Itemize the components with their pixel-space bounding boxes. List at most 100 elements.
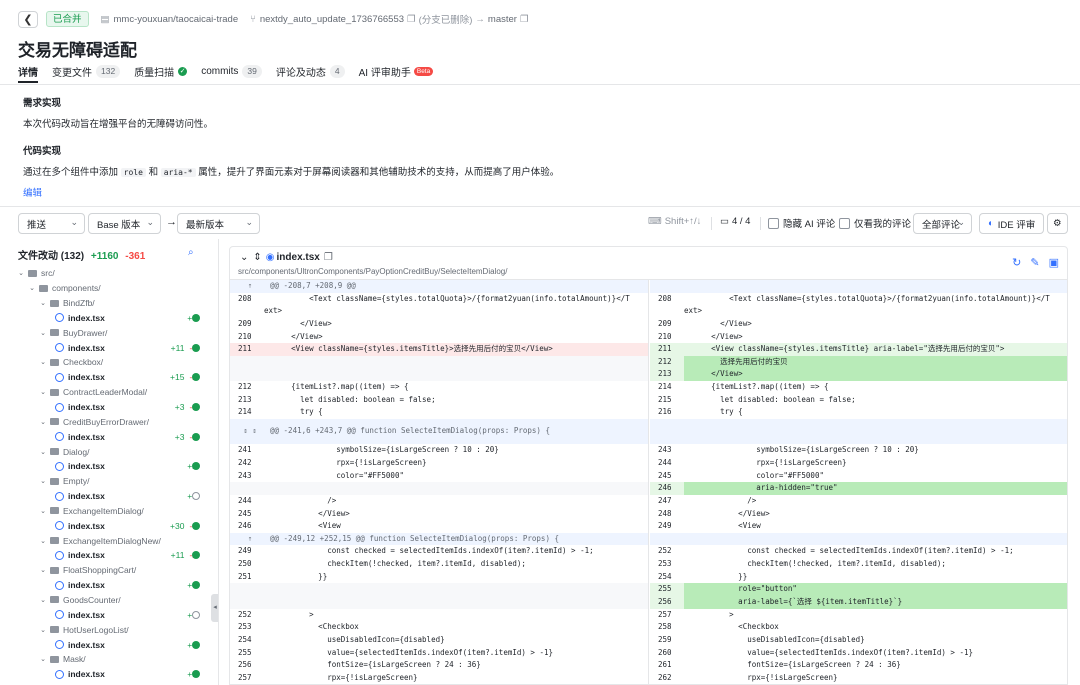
comment-pager[interactable]: ▭ 4 / 4 xyxy=(720,216,750,227)
reviewed-icon[interactable] xyxy=(192,670,200,679)
chevron-down-icon[interactable]: ⌄ xyxy=(38,507,48,515)
save-icon[interactable]: ▣ xyxy=(1049,256,1059,269)
chevron-down-icon[interactable]: ⌄ xyxy=(240,252,248,263)
expand-icon[interactable]: ⇡ xyxy=(230,280,270,293)
tree-folder[interactable]: ⌄ ContractLeaderModal/ xyxy=(0,385,218,400)
tab-comments[interactable]: 评论及动态 4 xyxy=(276,62,345,80)
tree-folder[interactable]: ⌄ CreditBuyErrorDrawer/ xyxy=(0,414,218,429)
tree-file[interactable]: index.tsx+1 xyxy=(0,489,218,504)
line-number: 259 xyxy=(658,634,672,644)
reviewed-icon[interactable] xyxy=(192,640,200,649)
chevron-down-icon[interactable]: ⌄ xyxy=(27,284,37,292)
tree-folder[interactable]: ⌄ Dialog/ xyxy=(0,444,218,459)
reviewed-icon[interactable] xyxy=(192,373,200,382)
tab-details[interactable]: 详情 xyxy=(18,62,38,83)
tree-folder[interactable]: ⌄ ExchangeItemDialog/ xyxy=(0,504,218,519)
tree-folder[interactable]: ⌄ GoodsCounter/ xyxy=(0,593,218,608)
tree-file[interactable]: index.tsx+11-3 xyxy=(0,340,218,355)
expand-icon[interactable]: ⇕ xyxy=(253,252,261,263)
diff-line-new: 211 <View className={styles.itemsTitle} … xyxy=(650,343,1067,356)
base-version-select[interactable]: Base 版本 ⌄ xyxy=(88,213,161,234)
edit-link[interactable]: 编辑 xyxy=(23,185,42,199)
tree-file[interactable]: index.tsx+4 xyxy=(0,578,218,593)
line-number: 213 xyxy=(238,394,252,404)
diff-line-old xyxy=(230,482,648,495)
back-button[interactable]: ❮ xyxy=(18,10,38,28)
expand-icon[interactable]: ⇡ xyxy=(230,533,270,546)
file-icon xyxy=(55,640,64,650)
tree-file[interactable]: index.tsx+2 xyxy=(0,459,218,474)
push-select[interactable]: 推送 ⌄ xyxy=(18,213,85,234)
copy-icon[interactable]: ❐ xyxy=(324,252,333,263)
chevron-down-icon[interactable]: ⌄ xyxy=(38,537,48,545)
tab-ai-review[interactable]: AI 评审助手 Beta xyxy=(359,62,434,80)
reviewed-icon[interactable] xyxy=(192,313,200,322)
code-text: /> xyxy=(684,495,757,505)
reviewed-icon[interactable] xyxy=(192,521,200,530)
tree-file[interactable]: index.tsx+3 xyxy=(0,637,218,652)
tree-file[interactable]: index.tsx+11-2 xyxy=(0,548,218,563)
tree-file[interactable]: index.tsx+3-1 xyxy=(0,400,218,415)
chevron-down-icon[interactable]: ⌄ xyxy=(38,626,48,634)
unreviewed-icon[interactable] xyxy=(192,610,200,619)
tree-folder[interactable]: ⌄ HotUserLogoList/ xyxy=(0,622,218,637)
target-branch[interactable]: master xyxy=(488,14,517,25)
tree-folder[interactable]: ⌄ src/ xyxy=(0,266,218,281)
tree-file[interactable]: index.tsx+1 xyxy=(0,667,218,682)
tree-folder[interactable]: ⌄ ExchangeItemDialogNew/ xyxy=(0,533,218,548)
tree-file[interactable]: index.tsx+30-6 xyxy=(0,518,218,533)
chevron-down-icon[interactable]: ⌄ xyxy=(38,358,48,366)
chevron-down-icon[interactable]: ⌄ xyxy=(38,566,48,574)
tab-quality-scan[interactable]: 质量扫描 ✓ xyxy=(134,62,188,80)
reviewed-icon[interactable] xyxy=(192,343,200,352)
tree-folder[interactable]: ⌄ components/ xyxy=(0,281,218,296)
search-icon[interactable]: ⌕ xyxy=(188,247,194,258)
tree-folder[interactable]: ⌄ Mask/ xyxy=(0,652,218,667)
tree-file[interactable]: index.tsx+15-2 xyxy=(0,370,218,385)
chevron-down-icon[interactable]: ⌄ xyxy=(38,329,48,337)
chevron-down-icon[interactable]: ⌄ xyxy=(38,655,48,663)
reviewed-icon[interactable] xyxy=(192,403,200,412)
deleted-count: -361 xyxy=(125,251,146,262)
tree-file[interactable]: index.tsx+3 xyxy=(0,311,218,326)
tree-folder[interactable]: ⌄ BindZfb/ xyxy=(0,296,218,311)
copy-icon[interactable]: ❐ xyxy=(520,14,529,25)
reviewed-icon[interactable] xyxy=(192,432,200,441)
tree-file[interactable]: index.tsx+3-1 xyxy=(0,429,218,444)
source-branch[interactable]: nextdy_auto_update_1736766553 xyxy=(260,14,404,25)
chevron-down-icon[interactable]: ⌄ xyxy=(38,388,48,396)
unreviewed-icon[interactable] xyxy=(192,492,200,501)
copy-icon[interactable]: ❐ xyxy=(407,14,416,25)
tree-folder[interactable]: ⌄ FloatShoppingCart/ xyxy=(0,563,218,578)
latest-version-select[interactable]: 最新版本 ⌄ xyxy=(177,213,260,234)
settings-button[interactable]: ⚙ xyxy=(1047,213,1068,234)
tab-changed-files[interactable]: 变更文件 132 xyxy=(52,62,121,80)
tree-folder[interactable]: ⌄ Checkbox/ xyxy=(0,355,218,370)
tree-folder[interactable]: ⌄ Empty/ xyxy=(0,474,218,489)
ide-review-button[interactable]: ◐ IDE 评审 xyxy=(979,213,1045,234)
comment-filter-select[interactable]: 全部评论 ⌄ xyxy=(913,213,972,234)
expand-icon[interactable]: ⇕ ⇕ xyxy=(230,425,270,438)
collapse-sidebar-handle[interactable]: ◂ xyxy=(211,594,218,622)
reviewed-icon[interactable] xyxy=(192,462,200,471)
checkbox[interactable] xyxy=(768,217,779,229)
tree-folder[interactable]: ⌄ BuyDrawer/ xyxy=(0,325,218,340)
repo-link[interactable]: mmc-youxuan/taocaicai-trade xyxy=(114,14,239,25)
tree-file[interactable]: index.tsx+4 xyxy=(0,607,218,622)
code-text: </View> xyxy=(264,318,332,328)
chevron-down-icon[interactable]: ⌄ xyxy=(38,448,48,456)
refresh-icon[interactable]: ↻ xyxy=(1012,256,1021,269)
chevron-down-icon[interactable]: ⌄ xyxy=(38,596,48,604)
only-mine-checkbox[interactable]: 仅看我的评论 xyxy=(839,216,911,230)
reviewed-icon[interactable] xyxy=(192,551,200,560)
edit-icon[interactable]: ✎ xyxy=(1030,256,1039,269)
checkbox[interactable] xyxy=(839,217,850,229)
tab-commits[interactable]: commits 39 xyxy=(201,62,262,80)
diff-line-new: 245 color="#FF5000" xyxy=(650,470,1067,483)
chevron-down-icon[interactable]: ⌄ xyxy=(38,418,48,426)
chevron-down-icon[interactable]: ⌄ xyxy=(38,477,48,485)
reviewed-icon[interactable] xyxy=(192,581,200,590)
chevron-down-icon[interactable]: ⌄ xyxy=(16,269,26,277)
chevron-down-icon[interactable]: ⌄ xyxy=(38,299,48,307)
hide-ai-checkbox[interactable]: 隐藏 AI 评论 xyxy=(768,216,835,230)
